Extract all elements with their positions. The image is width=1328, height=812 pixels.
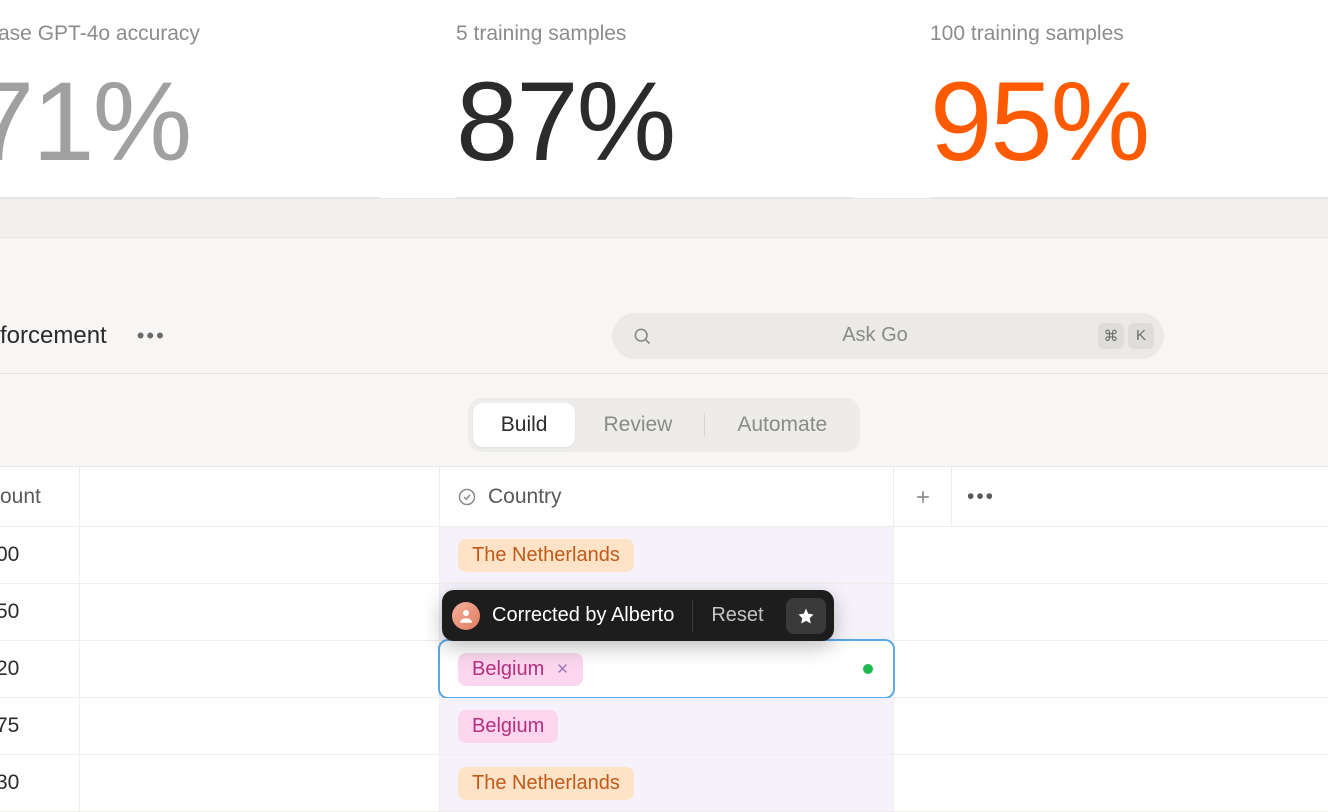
tab-automate[interactable]: Automate: [709, 403, 855, 447]
table-row: 30 The Netherlands: [0, 755, 1328, 812]
status-dot-icon: [863, 664, 873, 674]
table-header-row: ount Country •••: [0, 467, 1328, 527]
remove-tag-icon[interactable]: ✕: [556, 660, 569, 678]
dots-icon: •••: [967, 485, 995, 509]
metric-label: 5 training samples: [456, 22, 854, 46]
metric-100-samples: 100 training samples 95%: [930, 0, 1328, 198]
cell-amount[interactable]: 00: [0, 527, 80, 583]
tab-build[interactable]: Build: [473, 403, 576, 447]
search-shortcut: ⌘ K: [1098, 323, 1154, 349]
metric-value: 87%: [456, 66, 854, 178]
metric-label: Base GPT-4o accuracy: [0, 22, 380, 46]
tooltip-message: Corrected by Alberto: [492, 604, 692, 627]
add-column-button[interactable]: [894, 467, 952, 526]
cell-amount[interactable]: 50: [0, 584, 80, 640]
cell-spacer: [80, 527, 440, 583]
tab-review[interactable]: Review: [575, 403, 700, 447]
breadcrumb-more-icon[interactable]: •••: [137, 323, 166, 349]
kbd-modifier: ⌘: [1098, 323, 1124, 349]
metric-base-accuracy: Base GPT-4o accuracy 71%: [0, 0, 380, 198]
search-input[interactable]: Ask Go ⌘ K: [612, 313, 1164, 359]
cell-spacer: [80, 584, 440, 640]
country-tag: Belgium ✕: [458, 653, 583, 686]
metric-value: 95%: [930, 66, 1328, 178]
plus-icon: [913, 487, 933, 507]
metric-value: 71%: [0, 66, 380, 178]
cell-country[interactable]: The Netherlands: [440, 755, 894, 811]
tabs-container: Build Review Automate: [0, 398, 1328, 452]
column-header-country[interactable]: Country: [440, 467, 894, 526]
cell-country[interactable]: The Netherlands: [440, 527, 894, 583]
avatar: [452, 602, 480, 630]
metrics-row: Base GPT-4o accuracy 71% 5 training samp…: [0, 0, 1328, 198]
cell-spacer: [80, 641, 440, 697]
table-row-selected: 20 Belgium ✕: [0, 641, 1328, 698]
column-more-button[interactable]: •••: [952, 467, 1010, 526]
star-icon: [797, 607, 815, 625]
cell-amount[interactable]: 75: [0, 698, 80, 754]
table-row: 00 The Netherlands: [0, 527, 1328, 584]
cell-country[interactable]: Belgium: [440, 698, 894, 754]
cell-country-selected[interactable]: Belgium ✕: [440, 641, 894, 697]
check-circle-icon: [458, 488, 476, 506]
correction-tooltip: Corrected by Alberto Reset: [442, 590, 834, 641]
country-tag: Belgium: [458, 710, 558, 743]
cell-spacer: [80, 698, 440, 754]
breadcrumb[interactable]: forcement: [0, 322, 107, 350]
column-header-amount[interactable]: ount: [0, 467, 80, 526]
country-tag: The Netherlands: [458, 539, 634, 572]
reset-button[interactable]: Reset: [693, 604, 781, 627]
cell-amount[interactable]: 20: [0, 641, 80, 697]
tab-divider: [704, 413, 705, 437]
cell-spacer: [80, 755, 440, 811]
app-frame: forcement ••• Ask Go ⌘ K Build Review Au…: [0, 238, 1328, 778]
topbar: forcement ••• Ask Go ⌘ K: [0, 298, 1328, 374]
search-placeholder: Ask Go: [652, 324, 1098, 347]
divider-band: [0, 198, 1328, 238]
kbd-key: K: [1128, 323, 1154, 349]
country-tag: The Netherlands: [458, 767, 634, 800]
column-spacer: [80, 467, 440, 526]
search-icon: [632, 326, 652, 346]
metric-5-samples: 5 training samples 87%: [456, 0, 854, 198]
tabs: Build Review Automate: [468, 398, 860, 452]
person-icon: [457, 607, 475, 625]
metric-label: 100 training samples: [930, 22, 1328, 46]
table-row: 75 Belgium: [0, 698, 1328, 755]
star-button[interactable]: [786, 598, 826, 634]
cell-amount[interactable]: 30: [0, 755, 80, 811]
